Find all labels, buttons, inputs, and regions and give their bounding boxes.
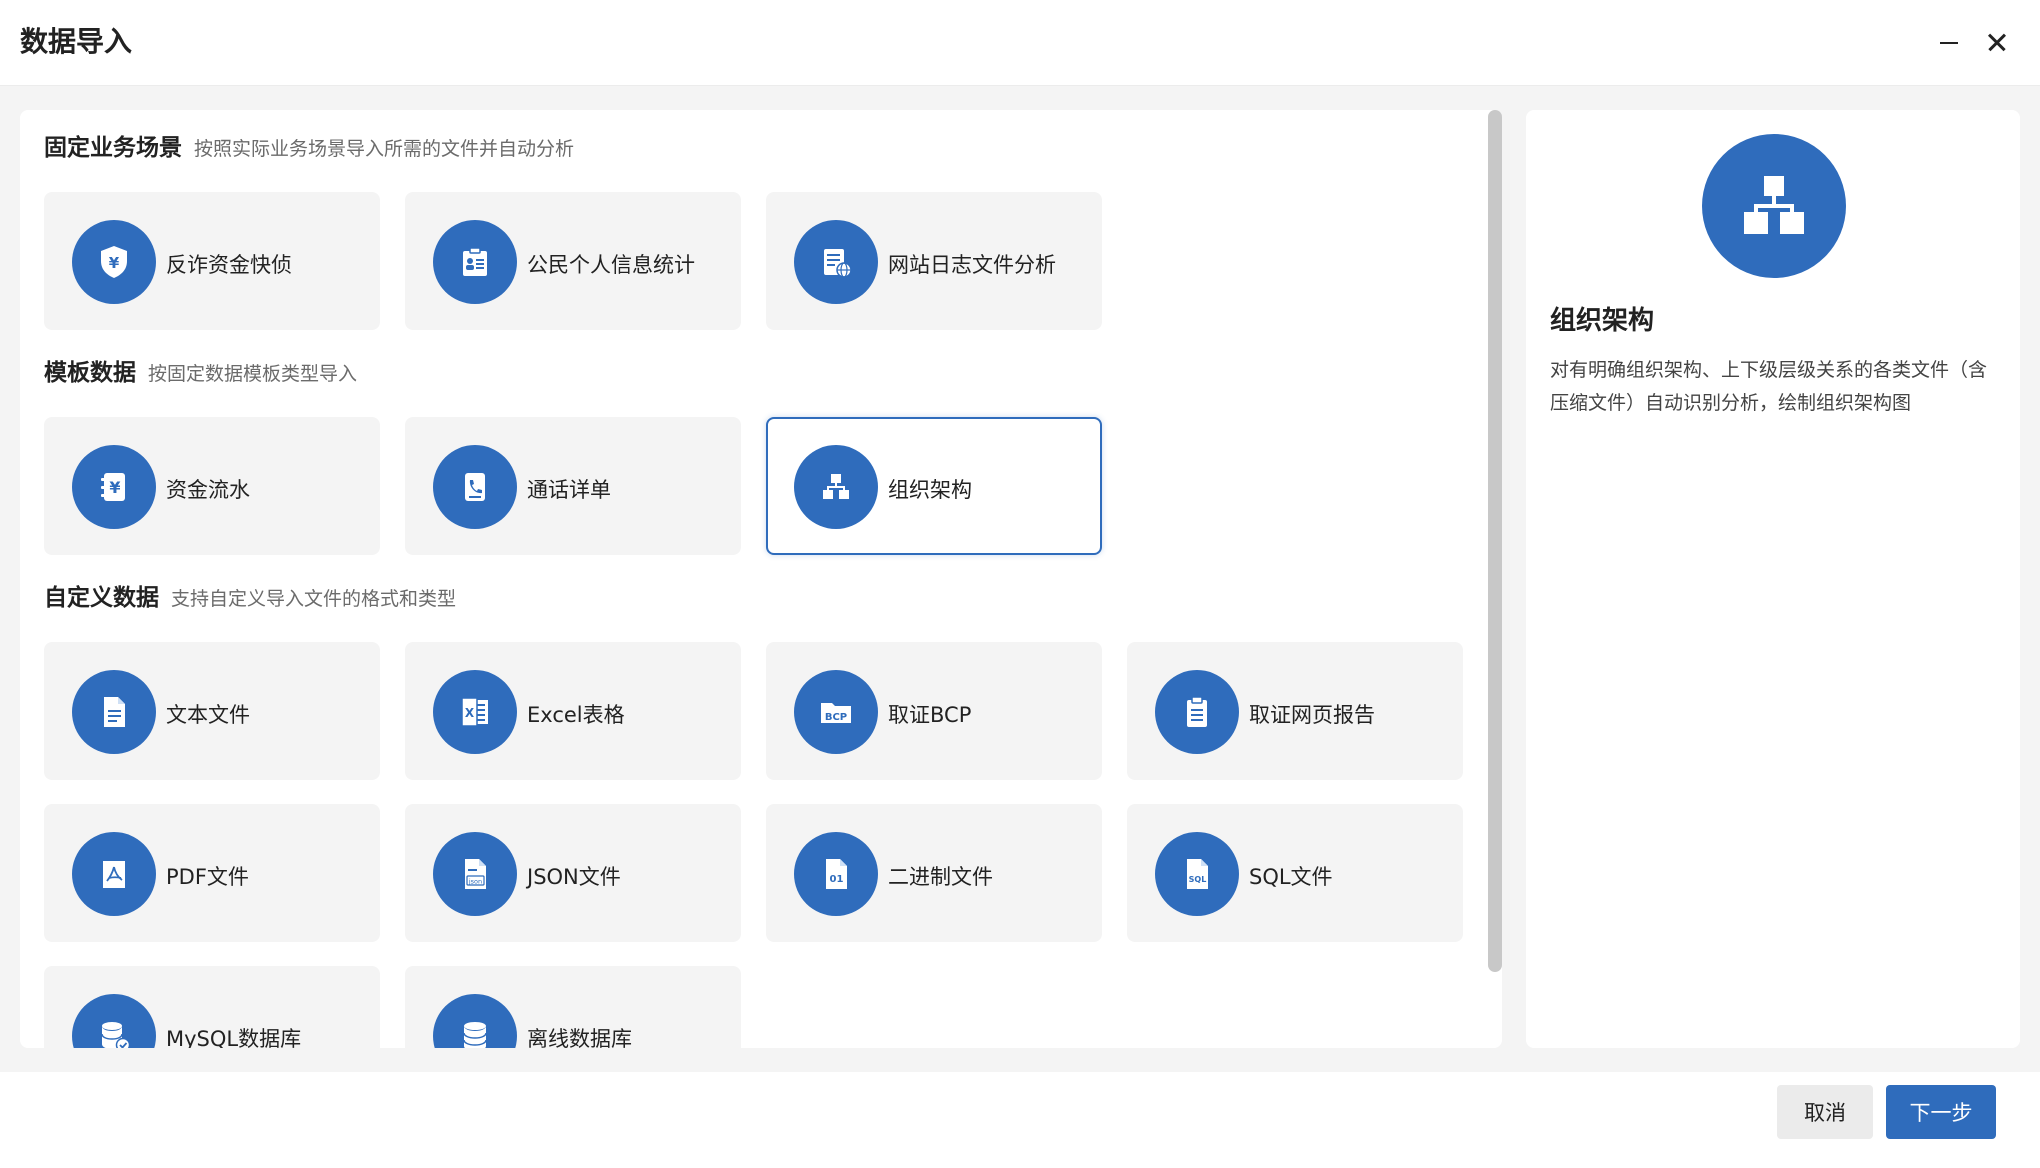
text-file-icon: [72, 670, 156, 754]
shield-yuan-icon: ¥: [72, 220, 156, 304]
pdf-icon: [72, 832, 156, 916]
dialog-body: 固定业务场景 按照实际业务场景导入所需的文件并自动分析 ¥ 反诈资金快侦 公民个人…: [0, 86, 2040, 1072]
card-label: 文本文件: [166, 703, 250, 727]
detail-panel: 组织架构 对有明确组织架构、上下级层级关系的各类文件（含压缩文件）自动识别分析，…: [1526, 110, 2020, 1048]
card-label: 组织架构: [888, 478, 972, 502]
section-title-custom-data: 自定义数据 支持自定义导入文件的格式和类型: [44, 585, 457, 611]
close-icon[interactable]: [1976, 22, 2016, 62]
section-subtitle: 支持自定义导入文件的格式和类型: [171, 588, 457, 610]
card-label: 取证BCP: [888, 703, 972, 727]
card-sql-file[interactable]: SQL SQL文件: [1127, 804, 1463, 942]
card-text-file[interactable]: 文本文件: [44, 642, 380, 780]
bcp-folder-icon: BCP: [794, 670, 878, 754]
card-label: 网站日志文件分析: [888, 253, 1056, 277]
dialog-title: 数据导入: [20, 25, 133, 58]
svg-text:json: json: [468, 878, 482, 886]
card-label: JSON文件: [527, 865, 621, 889]
import-type-list: 固定业务场景 按照实际业务场景导入所需的文件并自动分析 ¥ 反诈资金快侦 公民个人…: [20, 110, 1502, 1048]
org-chart-icon: [794, 445, 878, 529]
svg-text:BCP: BCP: [825, 712, 847, 723]
card-pdf[interactable]: PDF文件: [44, 804, 380, 942]
card-web-log-analysis[interactable]: 网站日志文件分析: [766, 192, 1102, 330]
sql-file-icon: SQL: [1155, 832, 1239, 916]
card-label: PDF文件: [166, 865, 249, 889]
list-scrollbar[interactable]: [1488, 110, 1502, 972]
card-excel[interactable]: X Excel表格: [405, 642, 741, 780]
card-binary-file[interactable]: 01 二进制文件: [766, 804, 1102, 942]
next-button[interactable]: 下一步: [1886, 1085, 1996, 1139]
binary-file-icon: 01: [794, 832, 878, 916]
detail-title: 组织架构: [1550, 306, 1655, 336]
mysql-database-icon: [72, 994, 156, 1048]
card-money-flow[interactable]: ¥ 资金流水: [44, 417, 380, 555]
card-label: SQL文件: [1249, 865, 1333, 889]
section-subtitle: 按固定数据模板类型导入: [148, 363, 358, 385]
svg-text:SQL: SQL: [1189, 875, 1207, 884]
svg-text:X: X: [465, 706, 475, 720]
card-mysql-database[interactable]: MySQL数据库: [44, 966, 380, 1048]
card-label: Excel表格: [527, 703, 625, 727]
org-chart-icon: [1702, 134, 1846, 278]
card-label: 离线数据库: [527, 1027, 632, 1048]
card-label: 公民个人信息统计: [527, 253, 695, 277]
card-citizen-info-stats[interactable]: 公民个人信息统计: [405, 192, 741, 330]
card-anti-fraud-funds[interactable]: ¥ 反诈资金快侦: [44, 192, 380, 330]
card-call-records[interactable]: 通话详单: [405, 417, 741, 555]
card-forensic-web-report[interactable]: 取证网页报告: [1127, 642, 1463, 780]
card-label: 通话详单: [527, 478, 611, 502]
money-flow-icon: ¥: [72, 445, 156, 529]
json-file-icon: json: [433, 832, 517, 916]
card-offline-database[interactable]: 离线数据库: [405, 966, 741, 1048]
section-subtitle: 按照实际业务场景导入所需的文件并自动分析: [194, 138, 575, 160]
title-bar: 数据导入: [0, 0, 2040, 86]
section-title-fixed-scenarios: 固定业务场景 按照实际业务场景导入所需的文件并自动分析: [44, 135, 575, 161]
web-log-icon: [794, 220, 878, 304]
minimize-icon[interactable]: [1928, 22, 1968, 62]
svg-text:¥: ¥: [109, 478, 120, 497]
web-report-icon: [1155, 670, 1239, 754]
svg-text:¥: ¥: [109, 254, 120, 272]
card-label: 二进制文件: [888, 865, 993, 889]
call-record-icon: [433, 445, 517, 529]
cancel-button[interactable]: 取消: [1777, 1085, 1873, 1139]
dialog-footer: 取消 下一步: [0, 1072, 2040, 1168]
card-label: 反诈资金快侦: [166, 253, 292, 277]
svg-text:01: 01: [830, 874, 844, 885]
card-json[interactable]: json JSON文件: [405, 804, 741, 942]
detail-description: 对有明确组织架构、上下级层级关系的各类文件（含压缩文件）自动识别分析，绘制组织架…: [1550, 359, 1988, 414]
card-label: MySQL数据库: [166, 1027, 302, 1048]
card-forensic-bcp[interactable]: BCP 取证BCP: [766, 642, 1102, 780]
card-org-chart[interactable]: 组织架构: [766, 417, 1102, 555]
id-card-icon: [433, 220, 517, 304]
section-title-template-data: 模板数据 按固定数据模板类型导入: [44, 360, 358, 386]
card-label: 取证网页报告: [1249, 703, 1375, 727]
card-label: 资金流水: [166, 478, 250, 502]
offline-database-icon: [433, 994, 517, 1048]
excel-icon: X: [433, 670, 517, 754]
